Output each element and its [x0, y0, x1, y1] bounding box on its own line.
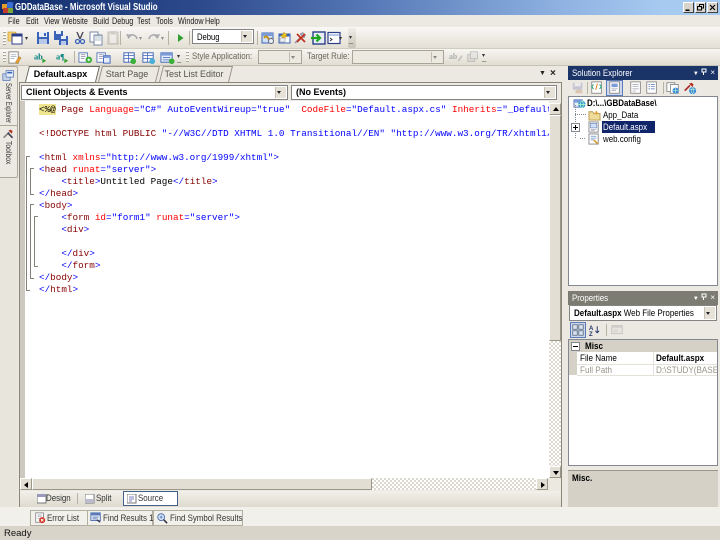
svg-text:Z: Z [589, 332, 593, 336]
svg-text:ab: ab [449, 52, 458, 61]
svg-text:A: A [589, 326, 594, 332]
svg-text:a¶: a¶ [56, 51, 65, 61]
svg-text:ab: ab [34, 51, 43, 61]
